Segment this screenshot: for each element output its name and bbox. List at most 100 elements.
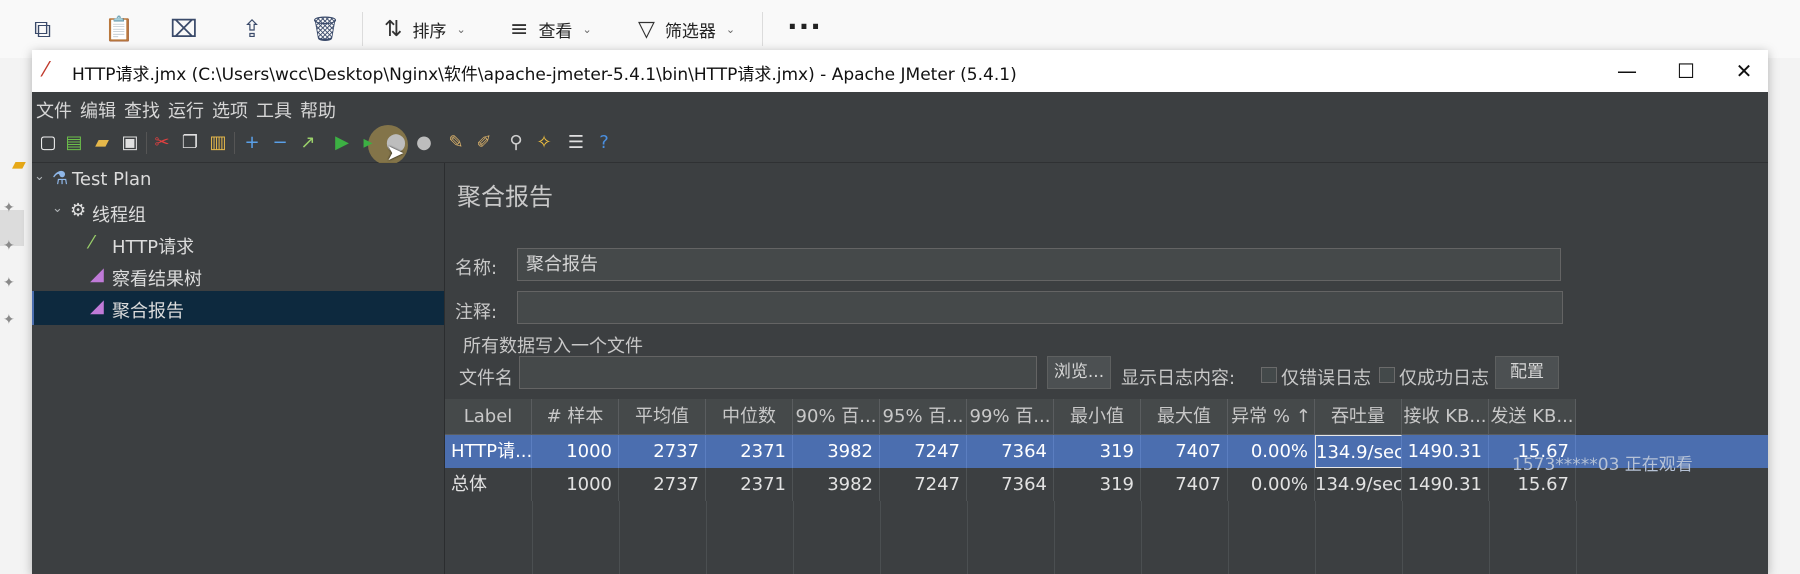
filter-icon: ▽	[638, 16, 655, 42]
chart-icon: ◢	[90, 264, 104, 285]
paste-icon[interactable]: 📋	[104, 16, 134, 42]
gear-icon: ⚙	[70, 200, 87, 221]
pin-icon[interactable]: ✦	[3, 312, 15, 328]
copy-icon[interactable]: ❐	[178, 131, 202, 155]
tree-node-view-results-tree[interactable]: ◢ 察看结果树	[32, 259, 444, 293]
filter-button[interactable]: ▽ 筛选器 ⌄	[638, 14, 735, 44]
menu-options[interactable]: 选项	[212, 97, 248, 123]
col-header-median[interactable]: 中位数	[706, 399, 793, 435]
search-icon[interactable]: ⚲	[504, 131, 528, 155]
comment-label: 注释:	[455, 302, 498, 323]
chart-icon: ◢	[90, 296, 104, 317]
clear-all-icon[interactable]: ✐	[472, 131, 496, 155]
maximize-button[interactable]: ☐	[1664, 53, 1708, 89]
cell-95-line: 7247	[880, 435, 967, 468]
pin-icon[interactable]: ✦	[3, 200, 15, 216]
menu-help[interactable]: 帮助	[300, 97, 336, 123]
filename-field[interactable]	[519, 356, 1037, 389]
open-icon[interactable]: ▰	[90, 131, 114, 155]
col-header-90-line[interactable]: 90% 百...	[793, 399, 880, 435]
start-icon[interactable]: ▶	[330, 131, 354, 155]
chevron-down-icon[interactable]: ⌄	[52, 201, 63, 216]
collapse-all-icon[interactable]: −	[268, 131, 292, 155]
cell-throughput[interactable]: 134.9/sec	[1315, 435, 1402, 468]
sort-label: 排序	[412, 21, 447, 42]
cell-min: 319	[1054, 435, 1141, 468]
browse-button[interactable]: 浏览...	[1047, 356, 1111, 389]
delete-icon[interactable]: 🗑	[310, 16, 340, 42]
folder-icon[interactable]: ▰	[12, 154, 26, 175]
share-icon[interactable]: ⇪	[242, 16, 262, 42]
new-icon[interactable]: ▢	[36, 131, 60, 155]
expand-all-icon[interactable]: +	[240, 131, 264, 155]
cell-max: 7407	[1141, 435, 1228, 468]
success-only-checkbox[interactable]	[1379, 367, 1395, 383]
paste-icon[interactable]: ▥	[206, 131, 230, 155]
col-header-min[interactable]: 最小值	[1054, 399, 1141, 435]
rename-icon[interactable]: ⌧	[170, 16, 198, 42]
reset-search-icon[interactable]: ✧	[532, 131, 556, 155]
start-no-pauses-icon[interactable]: ▸	[356, 131, 380, 155]
name-label: 名称:	[455, 258, 498, 279]
menu-run[interactable]: 运行	[168, 97, 204, 123]
cell-received-kb: 1490.31	[1402, 468, 1489, 501]
configure-button[interactable]: 配置	[1495, 356, 1559, 389]
col-header-label[interactable]: Label	[445, 399, 532, 435]
function-helper-icon[interactable]: ☰	[564, 131, 588, 155]
menu-tools[interactable]: 工具	[256, 97, 292, 123]
col-header-95-line[interactable]: 95% 百...	[880, 399, 967, 435]
pin-icon[interactable]: ✦	[3, 238, 15, 254]
close-button[interactable]: ✕	[1722, 53, 1766, 89]
shutdown-icon[interactable]: ●	[412, 131, 436, 155]
cell-throughput: 134.9/sec	[1315, 468, 1402, 501]
cell-median: 2371	[706, 468, 793, 501]
chevron-down-icon[interactable]: ⌄	[34, 169, 45, 184]
col-header-samples[interactable]: # 样本	[532, 399, 619, 435]
minimize-button[interactable]: —	[1605, 53, 1649, 89]
menu-edit[interactable]: 编辑	[80, 97, 116, 123]
view-label: 查看	[538, 21, 573, 42]
col-header-99-line[interactable]: 99% 百...	[967, 399, 1054, 435]
test-plan-tree: ⌄ ⚗ Test Plan ⌄ ⚙ 线程组 ⁄ HTTP请求 ◢ 察看结果树 ◢…	[32, 163, 445, 574]
view-button[interactable]: ≡ 查看 ⌄	[510, 14, 592, 44]
toggle-icon[interactable]: ↗	[296, 131, 320, 155]
tree-node-http-request[interactable]: ⁄ HTTP请求	[32, 227, 444, 261]
templates-icon[interactable]: ▤	[62, 131, 86, 155]
tree-node-aggregate-report[interactable]: ◢ 聚合报告	[32, 291, 444, 325]
comment-field[interactable]	[517, 291, 1563, 324]
col-header-sent-kb[interactable]: 发送 KB...	[1489, 399, 1576, 435]
cell-90-line: 3982	[793, 435, 880, 468]
col-header-received-kb[interactable]: 接收 KB...	[1402, 399, 1489, 435]
sort-button[interactable]: ⇅ 排序 ⌄	[384, 14, 466, 44]
errors-only-label: 仅错误日志	[1281, 368, 1371, 389]
col-header-throughput[interactable]: 吞吐量	[1315, 399, 1402, 435]
pin-icon[interactable]: ✦	[3, 275, 15, 291]
save-icon[interactable]: ▣	[118, 131, 142, 155]
col-header-average[interactable]: 平均值	[619, 399, 706, 435]
col-header-max[interactable]: 最大值	[1141, 399, 1228, 435]
clear-icon[interactable]: ✎	[444, 131, 468, 155]
tree-node-thread-group[interactable]: ⌄ ⚙ 线程组	[32, 195, 444, 229]
errors-only-checkbox[interactable]	[1261, 367, 1277, 383]
filter-label: 筛选器	[664, 21, 716, 42]
title-bar: ⁄ HTTP请求.jmx (C:\Users\wcc\Desktop\Nginx…	[32, 50, 1768, 92]
view-icon: ≡	[510, 16, 529, 42]
name-field[interactable]: 聚合报告	[517, 248, 1561, 281]
col-header-error-percent[interactable]: 异常 % ↑	[1228, 399, 1315, 435]
live-viewer-watermark: 1573*****03 正在观看	[1512, 455, 1693, 475]
cut-icon[interactable]: ✂	[150, 131, 174, 155]
menu-search[interactable]: 查找	[124, 97, 160, 123]
more-options-icon[interactable]: ···	[787, 10, 822, 43]
explorer-nav-strip: ▰ ✦ ✦ ✦ ✦	[0, 58, 32, 574]
help-icon[interactable]: ?	[592, 131, 616, 155]
log-content-label: 显示日志内容:	[1121, 368, 1236, 389]
chevron-down-icon: ⌄	[582, 22, 592, 36]
menu-bar: 文件 编辑 查找 运行 选项 工具 帮助	[32, 92, 1768, 124]
chevron-down-icon: ⌄	[725, 22, 736, 36]
jmeter-feather-icon: ⁄	[44, 57, 48, 81]
cell-min: 319	[1054, 468, 1141, 501]
tree-node-test-plan[interactable]: ⌄ ⚗ Test Plan	[32, 163, 444, 197]
toolbar: ▢ ▤ ▰ ▣ ✂ ❐ ▥ + − ↗ ▶ ▸ ⬤ ● ✎ ✐ ⚲ ✧ ☰ ? …	[32, 124, 1768, 166]
copy-icon[interactable]: ⧉	[34, 16, 51, 42]
menu-file[interactable]: 文件	[36, 97, 72, 123]
